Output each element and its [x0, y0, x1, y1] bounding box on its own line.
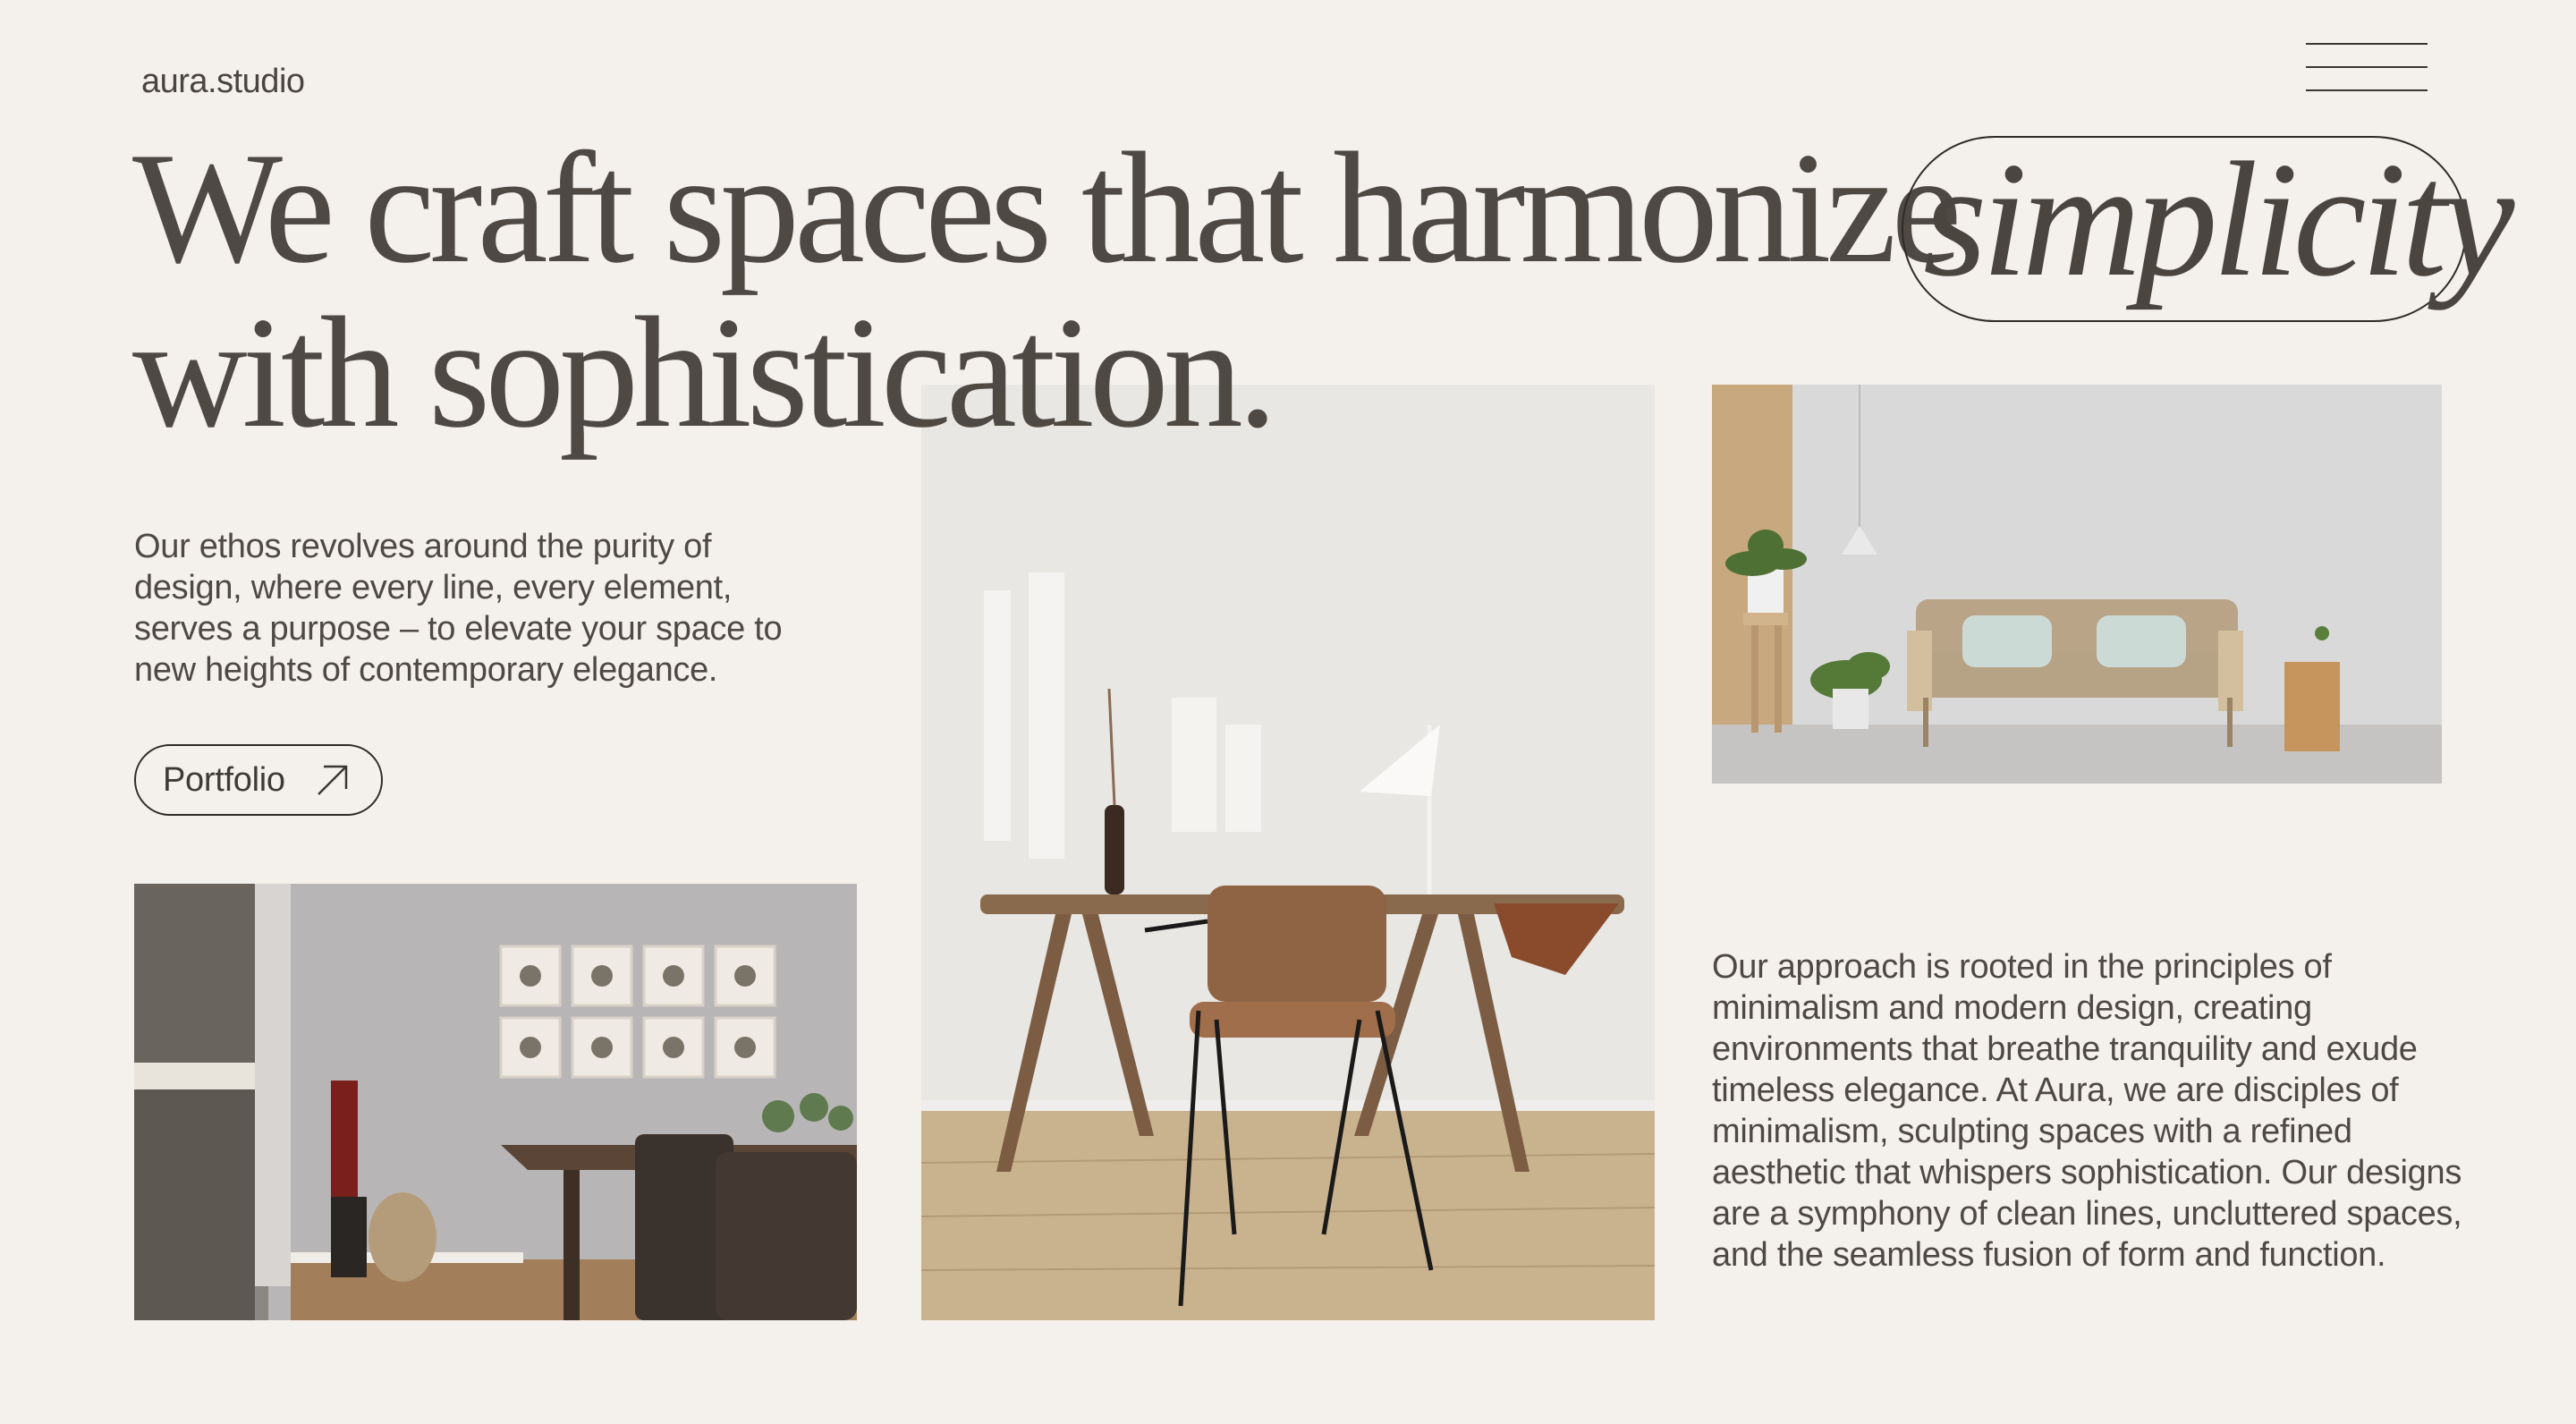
- hamburger-menu-icon[interactable]: [2306, 43, 2428, 93]
- approach-paragraph: Our approach is rooted in the principles…: [1712, 948, 2462, 1274]
- menu-line: [2306, 66, 2428, 68]
- intro-paragraph: Our ethos revolves around the purity of …: [134, 528, 783, 689]
- desk-workspace-photo: [921, 385, 1655, 1320]
- portfolio-button-label: Portfolio: [163, 760, 285, 799]
- hero-headline: We craft spaces that harmonize with soph…: [132, 119, 1962, 461]
- headline-line-1: We craft spaces that harmonize: [132, 119, 1962, 296]
- arrow-up-right-icon: [318, 765, 348, 795]
- menu-line: [2306, 43, 2428, 45]
- headline-line-2: with sophistication.: [132, 284, 1277, 461]
- highlight-word: simplicity: [1923, 128, 2514, 310]
- brand-logo[interactable]: aura.studio: [141, 63, 305, 101]
- menu-line: [2306, 89, 2428, 91]
- portfolio-button[interactable]: Portfolio: [134, 744, 383, 816]
- dining-room-photo: [134, 884, 857, 1320]
